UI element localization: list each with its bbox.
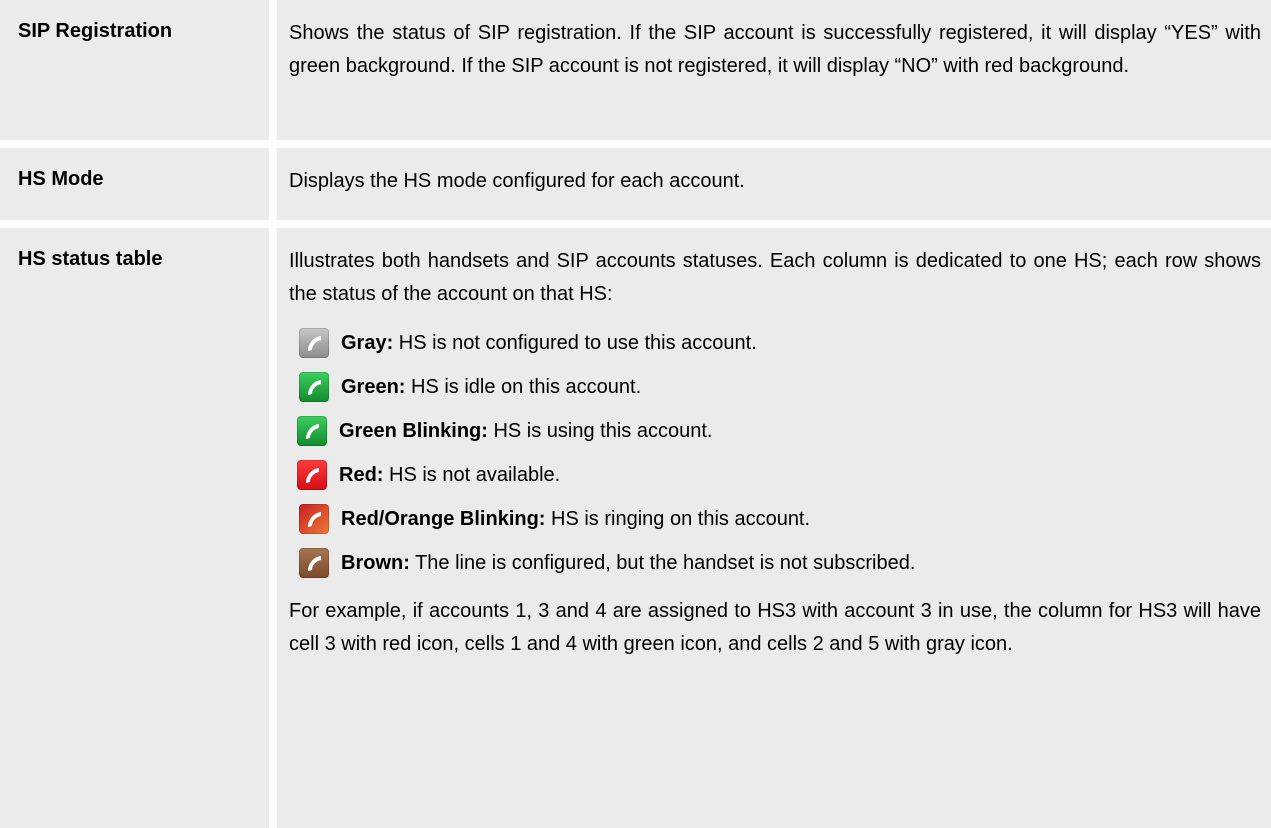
status-item-gray: Gray: HS is not configured to use this a…	[289, 321, 1261, 365]
status-item-brown: Brown: The line is configured, but the h…	[289, 541, 1261, 585]
red-orange-phone-icon	[299, 504, 329, 534]
status-text: Red: HS is not available.	[339, 459, 560, 492]
status-legend-list: Gray: HS is not configured to use this a…	[289, 321, 1261, 585]
status-desc: The line is configured, but the handset …	[409, 551, 916, 574]
status-desc: HS is ringing on this account.	[545, 507, 811, 530]
sip-registration-text: Shows the status of SIP registration. If…	[289, 22, 1261, 77]
row-description-hs-status-table: Illustrates both handsets and SIP accoun…	[277, 228, 1271, 828]
green-blinking-phone-icon	[297, 416, 327, 446]
status-text: Gray: HS is not configured to use this a…	[341, 327, 757, 360]
brown-phone-icon	[299, 548, 329, 578]
gray-phone-icon	[299, 328, 329, 358]
row-description-hs-mode: Displays the HS mode configured for each…	[277, 148, 1271, 228]
status-name: Green Blinking:	[339, 419, 488, 442]
status-name: Gray:	[341, 331, 394, 354]
status-item-green-blinking: Green Blinking: HS is using this account…	[289, 409, 1261, 453]
status-name: Brown:	[341, 551, 410, 574]
status-item-red: Red: HS is not available.	[289, 453, 1261, 497]
hs-status-example: For example, if accounts 1, 3 and 4 are …	[289, 600, 1261, 655]
status-desc: HS is not available.	[383, 463, 561, 486]
status-name: Green:	[341, 375, 406, 398]
status-name: Red:	[339, 463, 384, 486]
status-text: Brown: The line is configured, but the h…	[341, 547, 915, 580]
row-label-hs-status-table: HS status table	[0, 228, 277, 828]
row-label-sip-registration: SIP Registration	[0, 0, 277, 148]
status-text: Red/Orange Blinking: HS is ringing on th…	[341, 503, 810, 536]
status-text: Green: HS is idle on this account.	[341, 371, 641, 404]
red-phone-icon	[297, 460, 327, 490]
hs-status-intro: Illustrates both handsets and SIP accoun…	[289, 250, 1261, 305]
hs-mode-text: Displays the HS mode configured for each…	[289, 170, 745, 192]
status-name: Red/Orange Blinking:	[341, 507, 546, 530]
row-label-hs-mode: HS Mode	[0, 148, 277, 228]
status-item-red-orange: Red/Orange Blinking: HS is ringing on th…	[289, 497, 1261, 541]
status-item-green: Green: HS is idle on this account.	[289, 365, 1261, 409]
status-desc: HS is idle on this account.	[405, 375, 642, 398]
definition-table: SIP Registration Shows the status of SIP…	[0, 0, 1271, 828]
row-description-sip-registration: Shows the status of SIP registration. If…	[277, 0, 1271, 148]
green-phone-icon	[299, 372, 329, 402]
status-text: Green Blinking: HS is using this account…	[339, 415, 712, 448]
status-desc: HS is not configured to use this account…	[393, 331, 757, 354]
status-desc: HS is using this account.	[487, 419, 713, 442]
